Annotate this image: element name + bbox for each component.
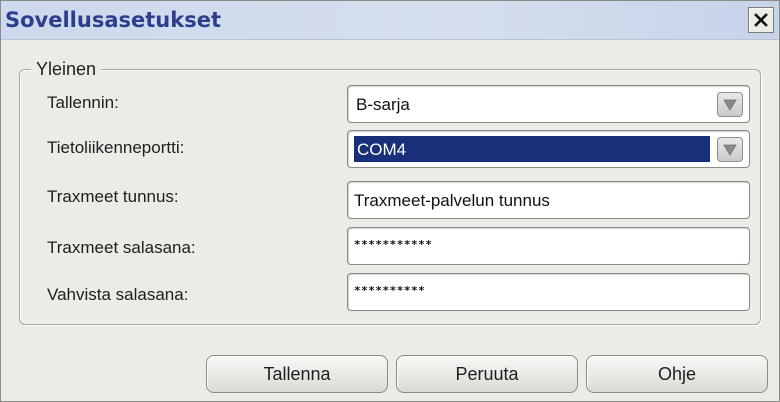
traxmeet-id-value: Traxmeet-palvelun tunnus: [354, 191, 550, 210]
cancel-button[interactable]: Peruuta: [396, 355, 578, 393]
close-x-icon: [754, 13, 768, 27]
dropdown-arrow-icon: [723, 99, 737, 111]
window-title: Sovellusasetukset: [5, 8, 221, 32]
help-button[interactable]: Ohje: [586, 355, 768, 393]
confirm-password-label: Vahvista salasana:: [47, 285, 189, 304]
confirm-password-value: **********: [354, 284, 426, 297]
comm-port-label: Tietoliikenneportti:: [47, 138, 185, 157]
recorder-label: Tallennin:: [47, 93, 119, 112]
title-bar[interactable]: Sovellusasetukset: [1, 1, 779, 40]
general-group-legend: Yleinen: [31, 59, 102, 80]
settings-dialog: Sovellusasetukset Yleinen Tallennin: B-s…: [0, 0, 780, 402]
traxmeet-id-label: Traxmeet tunnus:: [47, 187, 179, 206]
traxmeet-password-value: ***********: [354, 238, 433, 251]
traxmeet-id-input[interactable]: Traxmeet-palvelun tunnus: [347, 181, 750, 219]
traxmeet-password-label: Traxmeet salasana:: [47, 238, 196, 257]
close-button[interactable]: [748, 7, 774, 33]
comm-port-select[interactable]: COM4: [347, 130, 750, 168]
dropdown-arrow-icon: [723, 144, 737, 156]
save-button[interactable]: Tallenna: [206, 355, 388, 393]
recorder-select[interactable]: B-sarja: [347, 85, 750, 123]
recorder-dropdown-button[interactable]: [717, 92, 743, 117]
traxmeet-password-input[interactable]: ***********: [347, 227, 750, 265]
comm-port-selection: COM4: [354, 136, 710, 162]
comm-port-dropdown-button[interactable]: [717, 137, 743, 162]
comm-port-value: COM4: [357, 140, 407, 159]
recorder-value: B-sarja: [356, 95, 410, 114]
confirm-password-input[interactable]: **********: [347, 273, 750, 311]
